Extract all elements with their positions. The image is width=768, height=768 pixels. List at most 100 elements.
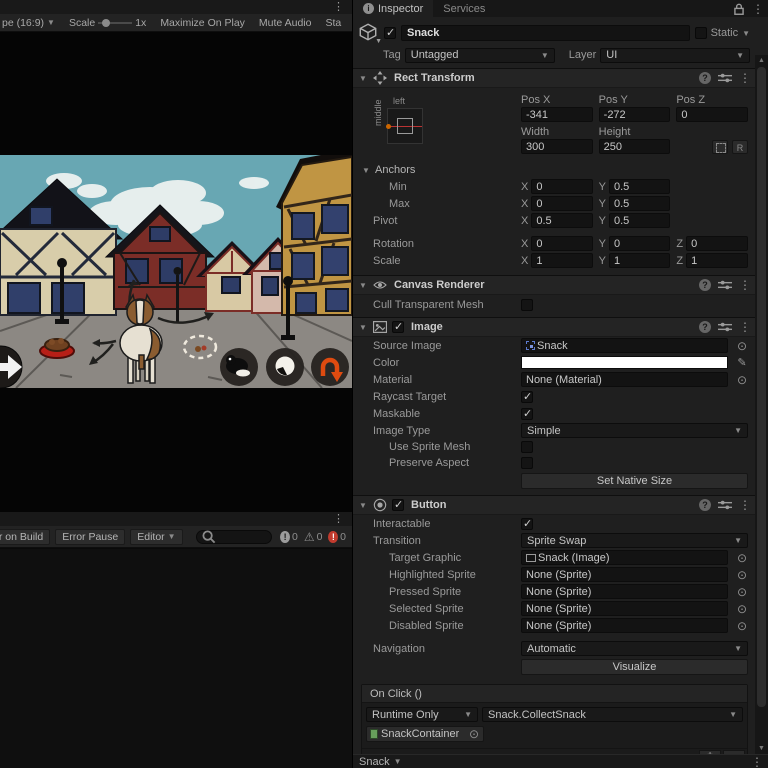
gameobject-name-field[interactable]: Snack (401, 25, 690, 41)
rotation-z-field[interactable]: 0 (686, 236, 748, 251)
pivot-y-field[interactable]: 0.5 (609, 213, 671, 228)
scrollbar-thumb[interactable] (757, 67, 766, 707)
object-picker-icon[interactable]: ⊙ (736, 551, 748, 565)
image-enabled-checkbox[interactable] (392, 320, 404, 333)
static-checkbox[interactable] (694, 27, 707, 39)
scale-y-field[interactable]: 1 (609, 253, 671, 268)
foldout-icon[interactable]: ▼ (358, 501, 368, 510)
component-kebab-icon[interactable]: ⋮ (739, 320, 751, 334)
foldout-icon[interactable]: ▼ (358, 323, 368, 332)
rotation-y-field[interactable]: 0 (609, 236, 671, 251)
material-field[interactable]: None (Material) (521, 372, 728, 387)
anchor-min-y-field[interactable]: 0.5 (609, 179, 671, 194)
eyedropper-icon[interactable]: ✎ (736, 356, 748, 369)
static-control[interactable]: Static ▼ (694, 27, 750, 39)
raycast-target-checkbox[interactable] (521, 390, 533, 403)
highlighted-sprite-field[interactable]: None (Sprite) (521, 567, 728, 582)
object-picker-icon[interactable]: ⊙ (736, 585, 748, 599)
speech-button[interactable] (266, 348, 304, 386)
scale-control[interactable]: Scale 1x (69, 17, 146, 29)
event-mode-dropdown[interactable]: Runtime Only ▼ (366, 707, 478, 722)
console-search-input[interactable] (195, 529, 273, 544)
bird-button[interactable] (220, 348, 258, 386)
component-kebab-icon[interactable]: ⋮ (739, 498, 751, 512)
anchor-max-y-field[interactable]: 0.5 (609, 196, 671, 211)
pos-y-field[interactable]: -272 (598, 107, 671, 122)
component-kebab-icon[interactable]: ⋮ (739, 278, 751, 292)
use-sprite-mesh-checkbox[interactable] (521, 441, 533, 453)
lock-icon[interactable] (732, 2, 746, 16)
blueprint-mode-button[interactable] (711, 139, 728, 154)
clear-on-build-button[interactable]: ar on Build (0, 528, 51, 545)
layer-dropdown[interactable]: UI ▼ (600, 47, 750, 63)
rotation-x-field[interactable]: 0 (531, 236, 593, 251)
preserve-aspect-checkbox[interactable] (521, 457, 533, 469)
uturn-button[interactable] (311, 348, 349, 386)
tab-services[interactable]: Services (433, 0, 495, 17)
object-picker-icon[interactable]: ⊙ (736, 339, 748, 353)
aspect-dropdown[interactable]: pe (16:9) ▼ (2, 17, 55, 29)
scale-slider[interactable] (98, 18, 133, 27)
help-icon[interactable]: ? (699, 72, 711, 84)
gameobject-active-checkbox[interactable] (384, 26, 396, 39)
target-graphic-field[interactable]: Snack (Image) (521, 550, 728, 565)
anchor-preset-widget[interactable]: left middle (371, 96, 429, 150)
object-picker-icon[interactable]: ⊙ (468, 727, 480, 741)
presets-icon[interactable] (718, 498, 732, 512)
navigation-dropdown[interactable]: Automatic ▼ (521, 641, 748, 656)
anchor-max-x-field[interactable]: 0 (531, 196, 593, 211)
component-kebab-icon[interactable]: ⋮ (739, 71, 751, 85)
event-target-object-field[interactable]: SnackContainer ⊙ (366, 726, 484, 742)
anchor-min-x-field[interactable]: 0 (531, 179, 593, 194)
pressed-sprite-field[interactable]: None (Sprite) (521, 584, 728, 599)
image-type-dropdown[interactable]: Simple ▼ (521, 423, 748, 438)
presets-icon[interactable] (718, 71, 732, 85)
help-icon[interactable]: ? (699, 279, 711, 291)
help-icon[interactable]: ? (699, 499, 711, 511)
help-icon[interactable]: ? (699, 321, 711, 333)
raw-mode-button[interactable]: R (731, 139, 748, 154)
button-header[interactable]: ▼ Button ? ⋮ (353, 495, 756, 515)
color-swatch[interactable] (521, 356, 728, 369)
mute-audio-button[interactable]: Mute Audio (259, 17, 312, 29)
pos-x-field[interactable]: -341 (521, 107, 593, 122)
anchors-foldout[interactable]: ▼ Anchors (353, 162, 756, 178)
button-enabled-checkbox[interactable] (392, 498, 404, 511)
rect-transform-header[interactable]: ▼ Rect Transform ? ⋮ (353, 68, 756, 88)
presets-icon[interactable] (718, 278, 732, 292)
cull-transparent-mesh-checkbox[interactable] (521, 298, 533, 311)
visualize-button[interactable]: Visualize (521, 658, 748, 675)
scroll-down-icon[interactable]: ▼ (755, 745, 768, 752)
editor-dropdown[interactable]: Editor ▼ (130, 528, 183, 545)
warning-count-icon[interactable]: ⚠ (304, 531, 315, 543)
game-menu-kebab-icon[interactable]: ⋮ (333, 1, 344, 13)
console-log-area[interactable] (0, 549, 352, 768)
maskable-checkbox[interactable] (521, 407, 533, 420)
height-field[interactable]: 250 (598, 139, 671, 154)
event-function-dropdown[interactable]: Snack.CollectSnack ▼ (482, 707, 743, 722)
bottom-bar-label[interactable]: Snack (359, 756, 390, 768)
tag-dropdown[interactable]: Untagged ▼ (404, 47, 555, 63)
scroll-up-icon[interactable]: ▲ (755, 57, 768, 64)
error-count-icon[interactable]: ! (328, 530, 339, 543)
scale-x-field[interactable]: 1 (531, 253, 593, 268)
game-scene[interactable] (0, 149, 353, 389)
console-menu-kebab-icon[interactable]: ⋮ (333, 513, 344, 525)
pos-z-field[interactable]: 0 (676, 107, 748, 122)
object-picker-icon[interactable]: ⊙ (736, 568, 748, 582)
bottom-bar-kebab-icon[interactable]: ⋮ (751, 755, 763, 768)
info-count-icon[interactable]: ! (280, 530, 290, 543)
set-native-size-button[interactable]: Set Native Size (521, 473, 748, 489)
error-pause-button[interactable]: Error Pause (55, 528, 126, 545)
object-picker-icon[interactable]: ⊙ (736, 373, 748, 387)
source-image-field[interactable]: Snack (521, 338, 728, 353)
selected-sprite-field[interactable]: None (Sprite) (521, 601, 728, 616)
canvas-renderer-header[interactable]: ▼ Canvas Renderer ? ⋮ (353, 275, 756, 295)
inspector-scrollbar[interactable]: ▲ ▼ (755, 55, 768, 754)
maximize-on-play-button[interactable]: Maximize On Play (160, 17, 245, 29)
object-picker-icon[interactable]: ⊙ (736, 619, 748, 633)
object-picker-icon[interactable]: ⊙ (736, 602, 748, 616)
foldout-icon[interactable]: ▼ (358, 74, 368, 83)
interactable-checkbox[interactable] (521, 517, 533, 530)
disabled-sprite-field[interactable]: None (Sprite) (521, 618, 728, 633)
